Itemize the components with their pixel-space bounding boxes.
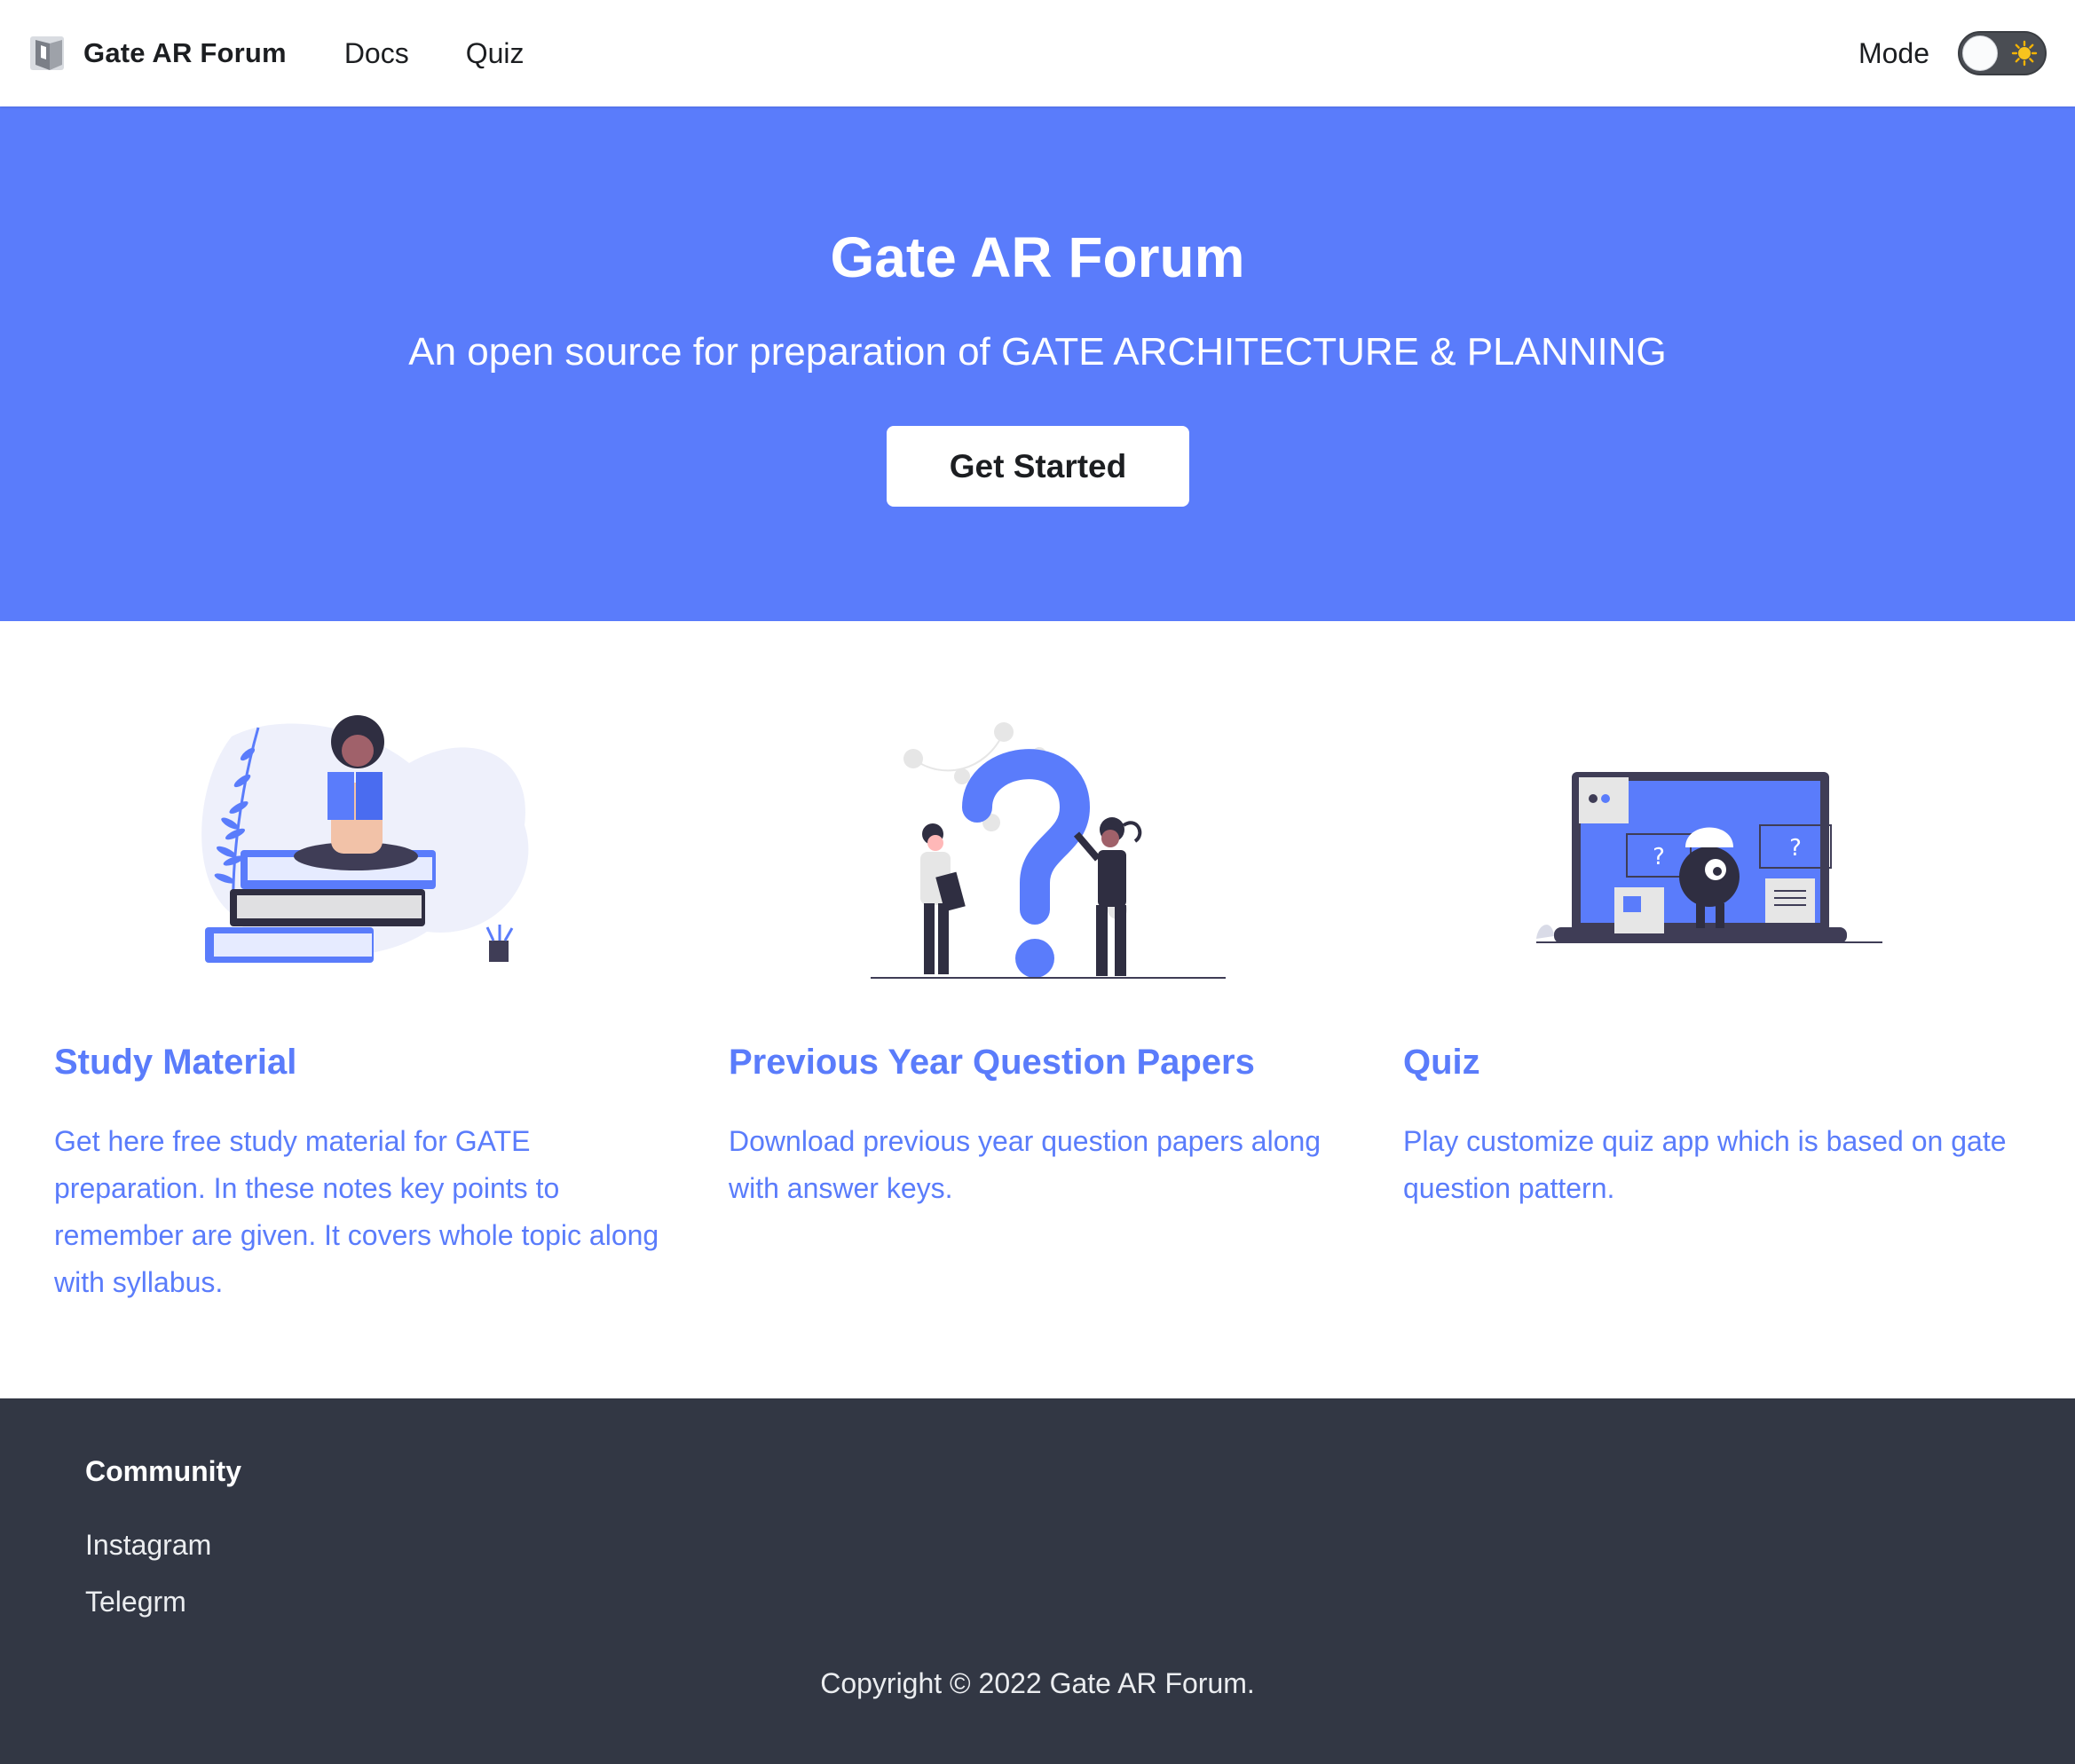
navbar-right: Mode	[1858, 31, 2047, 75]
hero-banner: Gate AR Forum An open source for prepara…	[0, 106, 2075, 621]
sun-icon	[2011, 40, 2038, 67]
feature-illustration-container: ? ?	[1403, 701, 2024, 1003]
brand-link[interactable]: Gate AR Forum	[28, 33, 287, 74]
copyright-text: Copyright © 2022 Gate AR Forum.	[820, 1667, 1255, 1699]
footer-link-telegram[interactable]: Telegrm	[85, 1586, 186, 1618]
nav-link-docs[interactable]: Docs	[344, 37, 409, 70]
footer: Community Instagram Telegrm Copyright © …	[0, 1398, 2075, 1764]
toggle-knob	[1962, 35, 1998, 71]
feature-title: Study Material	[54, 1043, 297, 1082]
feature-description: Get here free study material for GATE pr…	[54, 1125, 659, 1298]
get-started-button[interactable]: Get Started	[887, 426, 1189, 507]
hero-subtitle: An open source for preparation of GATE A…	[408, 330, 1667, 374]
feature-title: Previous Year Question Papers	[729, 1043, 1255, 1082]
woman-reading-on-books-illustration	[201, 715, 529, 963]
laptop-quiz-illustration: ? ?	[1536, 772, 1882, 943]
feature-illustration-container	[54, 701, 675, 1003]
feature-illustration-container	[729, 701, 1350, 1003]
hero-title: Gate AR Forum	[830, 225, 1245, 289]
navbar: Gate AR Forum Docs Quiz Mode	[0, 0, 2075, 106]
mode-label: Mode	[1858, 36, 1929, 69]
mode-toggle[interactable]	[1958, 31, 2047, 75]
footer-link-instagram[interactable]: Instagram	[85, 1529, 211, 1562]
brand-title: Gate AR Forum	[83, 37, 287, 68]
feature-title: Quiz	[1403, 1043, 1480, 1082]
book-logo-icon	[30, 36, 64, 70]
question-mark-people-illustration	[871, 722, 1226, 979]
nav-link-quiz[interactable]: Quiz	[466, 37, 525, 70]
svg-text:?: ?	[1653, 844, 1665, 870]
svg-text:?: ?	[1789, 835, 1802, 862]
feature-description: Download previous year question papers a…	[729, 1125, 1322, 1204]
feature-description: Play customize quiz app which is based o…	[1403, 1125, 2007, 1204]
footer-community-heading: Community	[85, 1455, 241, 1487]
